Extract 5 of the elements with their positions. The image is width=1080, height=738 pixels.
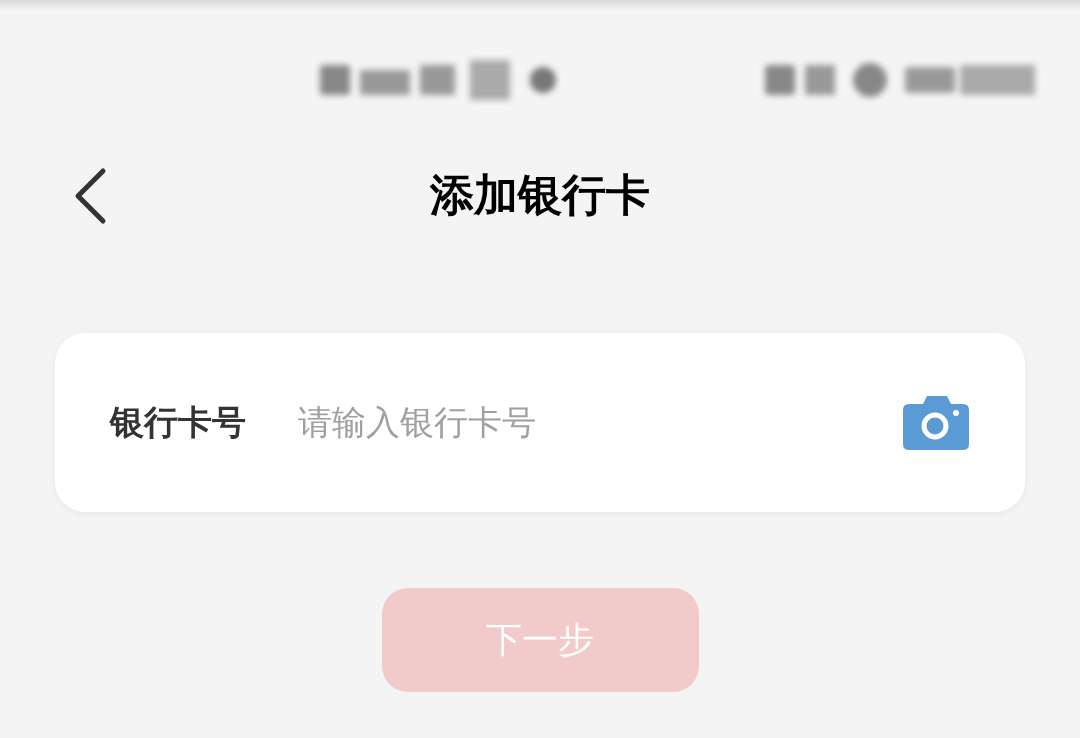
page-title: 添加银行卡 bbox=[430, 168, 650, 222]
card-number-field[interactable]: 银行卡号 请输入银行卡号 bbox=[55, 333, 1025, 512]
camera-icon[interactable] bbox=[903, 395, 969, 450]
field-label: 银行卡号 bbox=[110, 401, 246, 444]
card-number-input[interactable]: 请输入银行卡号 bbox=[298, 397, 903, 448]
